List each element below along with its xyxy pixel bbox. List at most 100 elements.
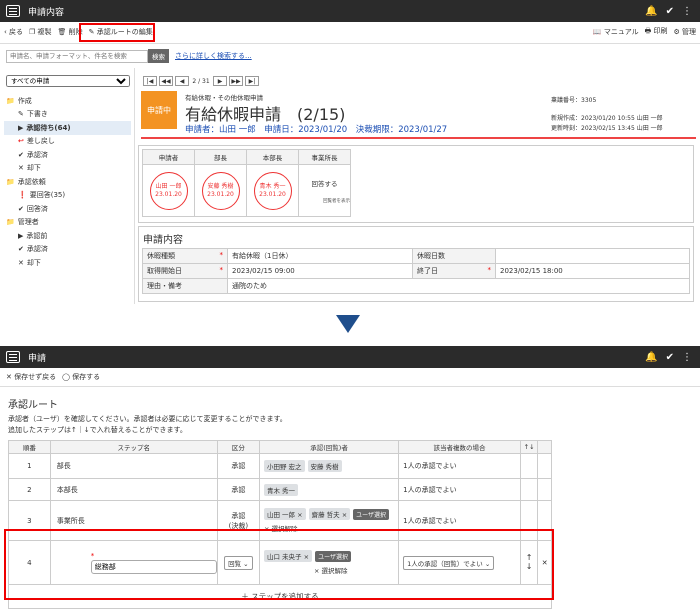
user-select-button[interactable]: ユーザ選択 <box>353 508 390 520</box>
sidebar-item-label: 要回答(35) <box>29 191 66 200</box>
admin-button[interactable]: ⚙ 管理 <box>673 27 696 37</box>
application-title: 有給休暇申請 (2/15) <box>185 105 346 124</box>
description-2: 追加したステップは↑｜↓で入れ替えることができます。 <box>8 426 187 434</box>
sidebar-item-label: 承認済 <box>26 150 48 159</box>
next10-button[interactable]: ▶▶ <box>229 76 243 86</box>
approver-tag[interactable]: 齋藤 哲夫 × <box>308 508 351 520</box>
sidebar-item-label: 承認待ち(64) <box>26 123 71 132</box>
created-info: 新規作成：2023/01/20 10:55 山田 一郎 <box>551 115 663 122</box>
bottom-title-bar: 申請 🔔 ✔ ⋮ <box>0 346 700 368</box>
route-row: 2 本部長 承認 青木 秀一 1人の承認でよい <box>8 478 552 501</box>
multi-rule: 1人の承認でよい <box>398 453 521 479</box>
approver-cell: 青木 秀一 23.01.20 <box>246 164 299 217</box>
search-bar: 検索 さらに詳しく検索する... <box>6 49 252 63</box>
sidebar-item-label: 却下 <box>26 164 41 173</box>
step-number: 2 <box>8 478 51 501</box>
approver-list: 小田野 宏之 安藤 秀樹 <box>258 453 400 479</box>
menu-icon[interactable] <box>6 5 20 17</box>
approver-tag[interactable]: 安藤 秀樹 <box>307 460 342 472</box>
serial-number: 稟議番号：3305 <box>551 97 597 104</box>
return-icon: ↩ <box>18 137 24 146</box>
sidebar-item-label: 下書き <box>26 110 48 119</box>
approver-tag[interactable]: 山田 一郎 × <box>263 508 306 520</box>
search-input[interactable] <box>6 49 148 63</box>
column-header: ↑↓ <box>519 440 539 454</box>
stamp-name: 山田 一郎 <box>155 182 182 190</box>
check-icon[interactable]: ✔ <box>666 352 674 363</box>
last-page-button[interactable]: ▶| <box>245 76 259 86</box>
stamp-name: 青木 秀一 <box>259 182 286 190</box>
column-header: 順番 <box>8 440 51 454</box>
step-name: 本部長 <box>49 478 218 501</box>
reorder-cell <box>519 453 539 479</box>
prev-button[interactable]: ◀ <box>175 76 189 86</box>
next-button[interactable]: ▶ <box>213 76 227 86</box>
bell-icon[interactable]: 🔔 <box>645 352 657 363</box>
sidebar-item-label: 作成 <box>17 96 32 105</box>
status-badge: 申請中 <box>141 91 177 129</box>
approver-role: 申請者 <box>142 149 195 165</box>
remove-cell <box>537 453 552 479</box>
application-meta: 申請者：山田 一郎 申請日：2023/01/20 決裁期限：2023/01/27 <box>185 125 448 135</box>
print-button[interactable]: 🖶 印刷 <box>645 26 668 38</box>
sidebar-item[interactable]: ▶ 承認待ち(64) <box>4 121 131 135</box>
check-icon[interactable]: ✔ <box>666 6 674 17</box>
copy-button[interactable]: ❐ 複製 <box>29 27 52 37</box>
title-underline <box>141 137 696 139</box>
sidebar-item-label: 回答済 <box>26 204 48 213</box>
column-header: 該当者複数の場合 <box>398 440 521 454</box>
sidebar-item[interactable]: ✔ 回答済 <box>4 202 131 216</box>
required-icon: * <box>219 251 224 259</box>
approver-cell: 安藤 秀樹 23.01.20 <box>194 164 247 217</box>
approver-role: 部長 <box>194 149 247 165</box>
sidebar-item[interactable]: 📁 管理者 <box>4 216 131 230</box>
stamp-date: 23.01.20 <box>155 190 182 198</box>
more-icon[interactable]: ⋮ <box>682 6 692 17</box>
kubun: 承認 <box>216 478 260 501</box>
first-page-button[interactable]: |◀ <box>143 76 157 86</box>
exclamation-icon: ❗ <box>18 191 27 200</box>
sidebar-item[interactable]: ✔ 承認済 <box>4 243 131 257</box>
search-button[interactable]: 検索 <box>148 49 169 63</box>
sidebar-item[interactable]: ✔ 承認済 <box>4 148 131 162</box>
down-arrow-icon <box>336 315 360 333</box>
sidebar-item[interactable]: ✎ 下書き <box>4 108 131 122</box>
save-button[interactable]: ◯ 保存する <box>62 372 100 382</box>
sidebar-item[interactable]: ✕ 却下 <box>4 256 131 270</box>
field-value: 2023/02/15 18:00 <box>495 263 690 279</box>
manual-button[interactable]: 📖 マニュアル <box>593 27 639 37</box>
filter-select[interactable]: すべての申請 <box>6 75 130 87</box>
field-value: 通院のため <box>227 278 690 294</box>
show-circulators-link[interactable]: 回覧者を表示 <box>299 198 350 204</box>
sidebar-item[interactable]: ▶ 承認前 <box>4 229 131 243</box>
prev10-button[interactable]: ◀◀ <box>159 76 173 86</box>
more-icon[interactable]: ⋮ <box>682 352 692 363</box>
x-icon: ✕ <box>18 164 24 173</box>
approval-stamp: 山田 一郎 23.01.20 <box>149 171 188 210</box>
approver-tag[interactable]: 小田野 宏之 <box>263 460 305 472</box>
bell-icon[interactable]: 🔔 <box>645 6 657 17</box>
sidebar-item[interactable]: ↩ 差し戻し <box>4 135 131 149</box>
sidebar-item[interactable]: ❗ 要回答(35) <box>4 189 131 203</box>
back-button[interactable]: ‹ 戻る <box>4 27 23 37</box>
field-label: 終了日 * <box>412 263 496 279</box>
highlight-edit-route <box>79 23 155 42</box>
sidebar-item-label: 承認依頼 <box>17 177 46 186</box>
approver-tag[interactable]: 青木 秀一 <box>263 483 299 496</box>
x-icon: ✕ <box>18 258 24 267</box>
sidebar-item[interactable]: 📁 承認依頼 <box>4 175 131 189</box>
top-title-bar: 申請内容 🔔 ✔ ⋮ <box>0 0 700 22</box>
sidebar: 📁 作成 ✎ 下書き ▶ 承認待ち(64) ↩ 差し戻し ✔ 承認済 ✕ 却下 📁 承認依頼 ❗ 要回答(35… <box>4 94 131 270</box>
route-row: 1 部長 承認 小田野 宏之 安藤 秀樹 1人の承認でよい <box>8 453 552 479</box>
menu-icon[interactable] <box>6 351 20 363</box>
nosave-back-button[interactable]: ✕ 保存せず戻る <box>6 372 56 382</box>
sidebar-item[interactable]: 📁 作成 <box>4 94 131 108</box>
page-indicator: 2 / 31 <box>191 76 211 86</box>
field-value: 有給休暇（1日休） <box>227 248 413 264</box>
column-header <box>537 440 552 454</box>
folder-icon: 📁 <box>6 218 15 227</box>
answer-link[interactable]: 回答する <box>299 178 350 188</box>
sidebar-item[interactable]: ✕ 却下 <box>4 162 131 176</box>
advanced-search-link[interactable]: さらに詳しく検索する... <box>175 51 252 61</box>
page-title: 申請 <box>28 353 47 364</box>
